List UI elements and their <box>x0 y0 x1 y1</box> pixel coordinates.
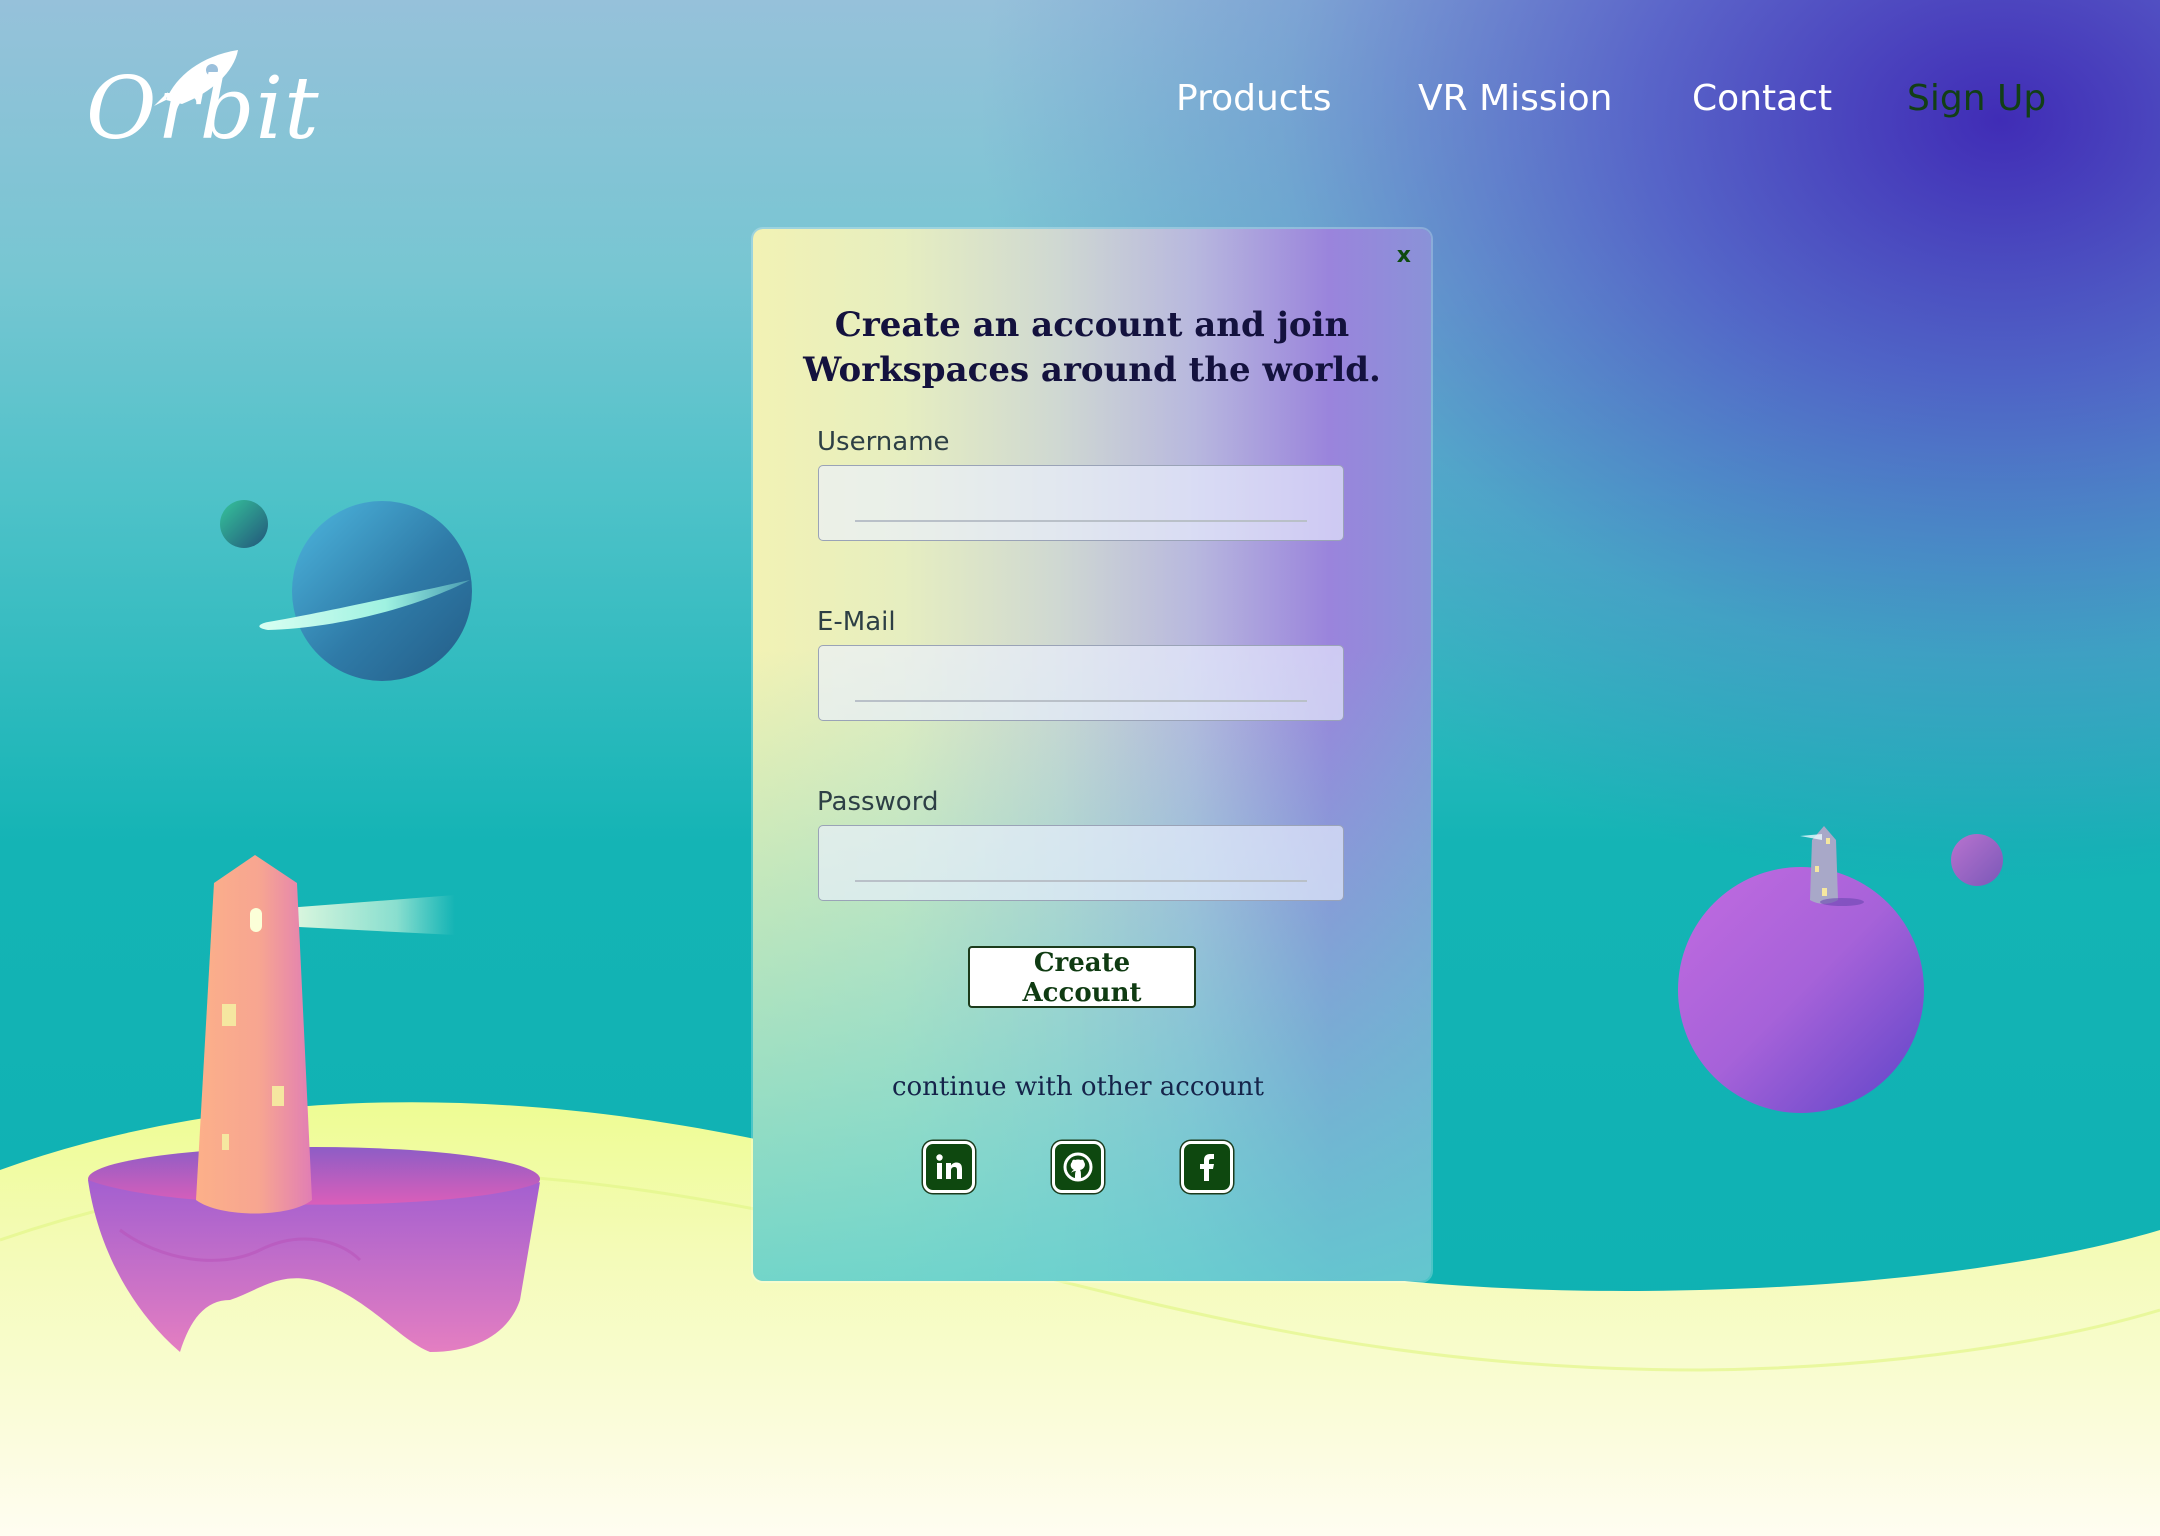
facebook-icon <box>1200 1154 1214 1181</box>
password-label: Password <box>817 787 939 817</box>
password-input[interactable] <box>855 842 1307 882</box>
facebook-button[interactable] <box>1181 1141 1233 1193</box>
email-field[interactable] <box>818 645 1344 721</box>
logo-text: Orbit <box>86 59 320 159</box>
orbit-logo[interactable]: Orbit <box>86 48 319 158</box>
github-button[interactable] <box>1052 1141 1104 1193</box>
username-input[interactable] <box>855 482 1307 522</box>
modal-title: Create an account and join Workspaces ar… <box>793 303 1391 393</box>
continue-with-text: continue with other account <box>891 1072 1265 1102</box>
modal-title-line2: Workspaces around the world. <box>803 350 1381 390</box>
email-label: E-Mail <box>817 607 896 637</box>
nav-contact[interactable]: Contact <box>1692 78 1832 128</box>
signup-modal: x Create an account and join Workspaces … <box>753 229 1431 1281</box>
modal-title-line1: Create an account and join <box>834 305 1350 345</box>
password-field[interactable] <box>818 825 1344 901</box>
create-account-button[interactable]: Create Account <box>968 946 1196 1008</box>
nav-sign-up[interactable]: Sign Up <box>1907 78 2046 128</box>
username-label: Username <box>817 427 950 457</box>
nav-products[interactable]: Products <box>1176 78 1331 128</box>
linkedin-icon <box>936 1154 962 1179</box>
close-button[interactable]: x <box>1397 243 1411 268</box>
linkedin-button[interactable] <box>923 1141 975 1193</box>
nav-vr-mission[interactable]: VR Mission <box>1418 78 1613 128</box>
email-input[interactable] <box>855 662 1307 702</box>
username-field[interactable] <box>818 465 1344 541</box>
github-icon <box>1063 1152 1093 1182</box>
